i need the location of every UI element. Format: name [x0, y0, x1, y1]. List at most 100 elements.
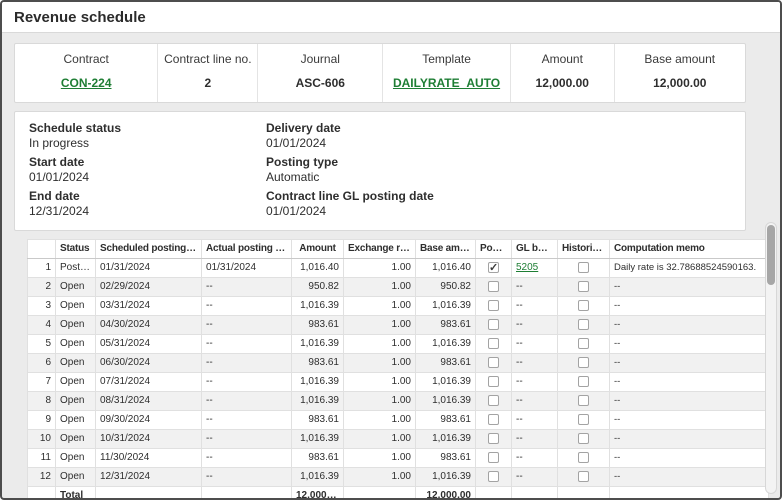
computation-memo-cell: Daily rate is 32.78688524590163. — [610, 259, 769, 278]
contract-link[interactable]: CON-224 — [61, 76, 112, 90]
posted-cell — [476, 468, 512, 487]
total-amount: 12,000.00 — [292, 487, 344, 500]
row-number-header — [28, 240, 56, 259]
total-empty-cell — [512, 487, 558, 500]
posted-checkbox[interactable] — [488, 376, 499, 387]
row-number-cell: 3 — [28, 297, 56, 316]
titlebar: Revenue schedule — [2, 2, 780, 33]
posted-checkbox[interactable] — [488, 281, 499, 292]
computation-memo-cell: -- — [610, 392, 769, 411]
vertical-scrollbar[interactable] — [765, 222, 777, 494]
historical-checkbox[interactable] — [578, 262, 589, 273]
amount-cell: 1,016.39 — [292, 468, 344, 487]
details-panel: Schedule status In progress Delivery dat… — [14, 111, 746, 231]
historical-checkbox[interactable] — [578, 338, 589, 349]
exchange-rate-cell: 1.00 — [344, 392, 416, 411]
computation-memo-cell: -- — [610, 278, 769, 297]
status-cell: Open — [56, 392, 96, 411]
computation-memo-cell: -- — [610, 449, 769, 468]
status-cell: Open — [56, 278, 96, 297]
historical-checkbox[interactable] — [578, 471, 589, 482]
historical-checkbox[interactable] — [578, 414, 589, 425]
actual-posting-date-cell: -- — [202, 449, 292, 468]
field-contract-line-gl-posting-date: Contract line GL posting date 01/01/2024 — [266, 188, 731, 220]
historical-checkbox[interactable] — [578, 452, 589, 463]
computation-memo-cell: -- — [610, 411, 769, 430]
computation-memo-cell: -- — [610, 297, 769, 316]
posted-header: Posted — [476, 240, 512, 259]
historical-cell — [558, 449, 610, 468]
actual-posting-date-cell: -- — [202, 316, 292, 335]
posted-checkbox[interactable] — [488, 395, 499, 406]
historical-cell — [558, 430, 610, 449]
summary-amount-label: Amount — [515, 52, 610, 66]
schedule-table-body: 1Posted01/31/202401/31/20241,016.401.001… — [28, 259, 769, 487]
row-number-cell: 10 — [28, 430, 56, 449]
total-empty-cell — [344, 487, 416, 500]
schedule-row: 1Posted01/31/202401/31/20241,016.401.001… — [28, 259, 769, 278]
summary-journal-value: ASC-606 — [296, 76, 345, 90]
row-number-cell: 2 — [28, 278, 56, 297]
summary-journal-label: Journal — [262, 52, 378, 66]
historical-checkbox[interactable] — [578, 376, 589, 387]
schedule-row: 6Open06/30/2024--983.611.00983.61---- — [28, 354, 769, 373]
scheduled-posting-date-cell: 06/30/2024 — [96, 354, 202, 373]
historical-checkbox[interactable] — [578, 433, 589, 444]
historical-cell — [558, 411, 610, 430]
schedule-row: 4Open04/30/2024--983.611.00983.61---- — [28, 316, 769, 335]
posted-checkbox[interactable] — [488, 300, 499, 311]
summary-base-amount-value: 12,000.00 — [653, 76, 706, 90]
scheduled-posting-date-cell: 11/30/2024 — [96, 449, 202, 468]
field-label: End date — [29, 190, 266, 203]
posted-checkbox[interactable] — [488, 471, 499, 482]
scheduled-posting-date-cell: 04/30/2024 — [96, 316, 202, 335]
posted-checkbox[interactable] — [488, 319, 499, 330]
row-number-cell: 4 — [28, 316, 56, 335]
computation-memo-header: Computation memo — [610, 240, 769, 259]
scheduled-posting-date-cell: 01/31/2024 — [96, 259, 202, 278]
posted-cell — [476, 278, 512, 297]
gl-batch-cell: -- — [512, 449, 558, 468]
posted-checkbox[interactable] — [488, 433, 499, 444]
revenue-schedule-window: Revenue schedule Contract CON-224 Contra… — [0, 0, 782, 500]
historical-checkbox[interactable] — [578, 357, 589, 368]
gl-batch-cell: -- — [512, 373, 558, 392]
actual-posting-date-cell: -- — [202, 430, 292, 449]
posted-checkbox[interactable] — [488, 262, 499, 273]
scrollbar-thumb[interactable] — [767, 225, 775, 285]
posted-cell — [476, 335, 512, 354]
historical-checkbox[interactable] — [578, 319, 589, 330]
computation-memo-cell: -- — [610, 316, 769, 335]
exchange-rate-cell: 1.00 — [344, 354, 416, 373]
table-header-row: Status Scheduled posting date Actual pos… — [28, 240, 769, 259]
historical-checkbox[interactable] — [578, 281, 589, 292]
status-cell: Open — [56, 354, 96, 373]
field-posting-type: Posting type Automatic — [266, 154, 731, 186]
gl-batch-link[interactable]: 5205 — [516, 262, 538, 273]
posted-checkbox[interactable] — [488, 414, 499, 425]
template-link[interactable]: DAILYRATE_AUTO — [393, 76, 500, 90]
total-empty-cell — [28, 487, 56, 500]
scheduled-posting-date-cell: 02/29/2024 — [96, 278, 202, 297]
actual-posting-date-cell: -- — [202, 335, 292, 354]
posted-checkbox[interactable] — [488, 452, 499, 463]
posted-checkbox[interactable] — [488, 338, 499, 349]
historical-checkbox[interactable] — [578, 300, 589, 311]
actual-posting-date-cell: -- — [202, 411, 292, 430]
gl-batch-cell: -- — [512, 297, 558, 316]
posted-checkbox[interactable] — [488, 357, 499, 368]
schedule-row: 8Open08/31/2024--1,016.391.001,016.39---… — [28, 392, 769, 411]
exchange-rate-cell: 1.00 — [344, 468, 416, 487]
base-amount-cell: 983.61 — [416, 449, 476, 468]
summary-base-amount-label: Base amount — [619, 52, 741, 66]
amount-cell: 1,016.39 — [292, 373, 344, 392]
historical-checkbox[interactable] — [578, 395, 589, 406]
historical-cell — [558, 392, 610, 411]
actual-posting-date-cell: -- — [202, 468, 292, 487]
amount-cell: 1,016.39 — [292, 297, 344, 316]
gl-batch-cell: -- — [512, 354, 558, 373]
computation-memo-cell: -- — [610, 468, 769, 487]
scheduled-posting-date-cell: 10/31/2024 — [96, 430, 202, 449]
historical-cell — [558, 278, 610, 297]
base-amount-cell: 1,016.40 — [416, 259, 476, 278]
